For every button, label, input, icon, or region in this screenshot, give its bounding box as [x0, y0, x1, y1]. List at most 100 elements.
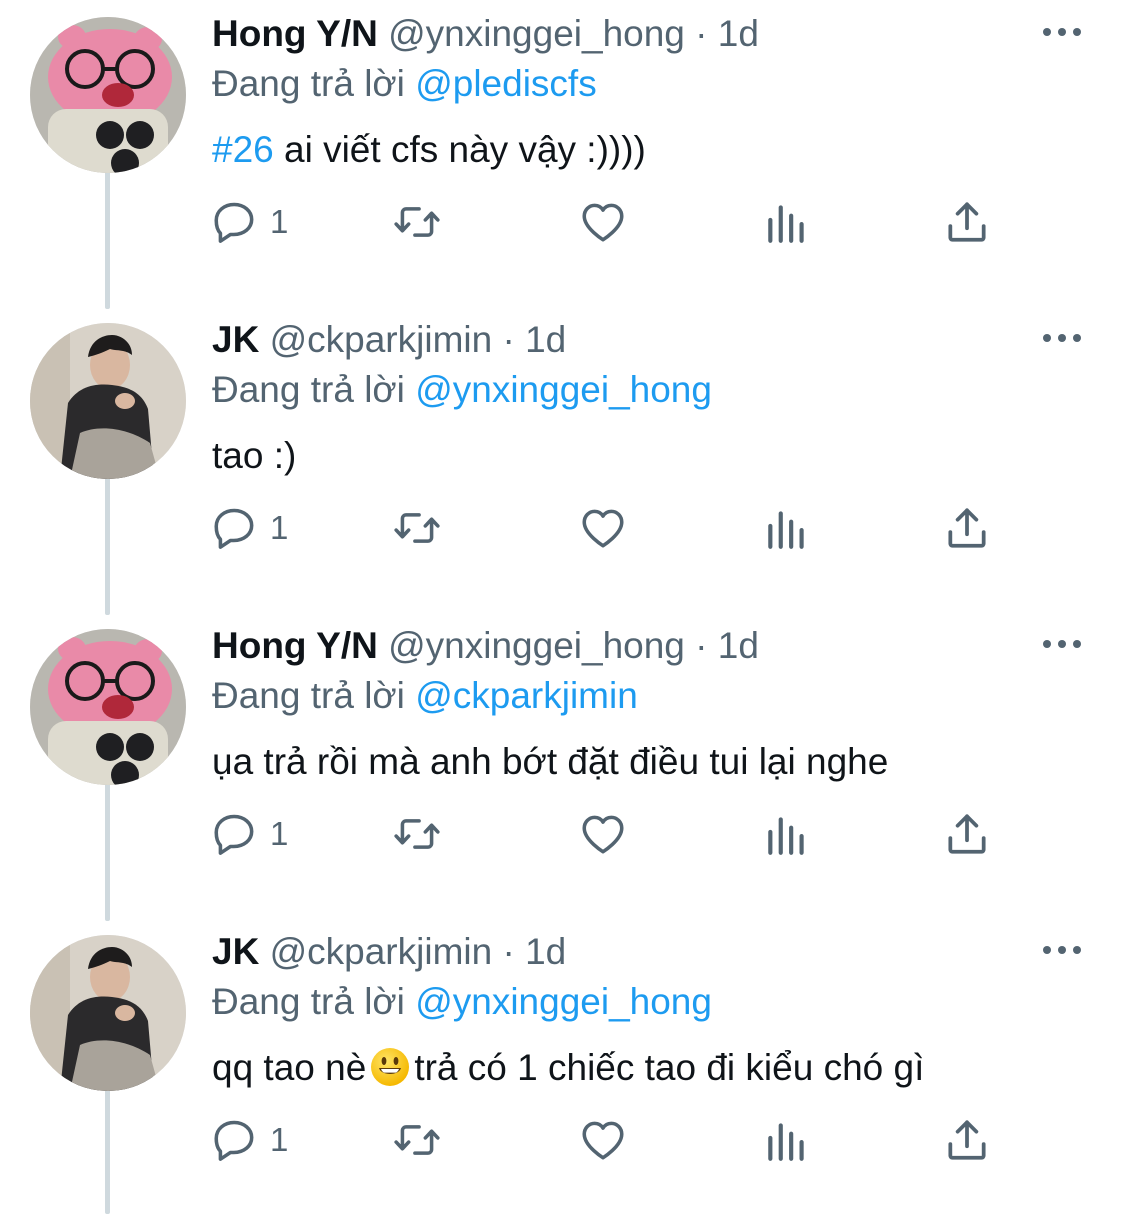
- tweet-text-content-after-emoji: trả có 1 chiếc tao đi kiểu chó gì: [414, 1047, 925, 1088]
- mention-link[interactable]: @ynxinggei_hong: [415, 369, 712, 410]
- reply-icon: [214, 202, 254, 243]
- avatar[interactable]: [30, 629, 186, 785]
- tweet[interactable]: Hong Y/N @ynxinggei_hong · 1d Đang trả l…: [0, 612, 1125, 918]
- display-name[interactable]: JK: [212, 931, 259, 972]
- display-name[interactable]: JK: [212, 319, 259, 360]
- more-options-button[interactable]: [1040, 634, 1084, 654]
- user-handle[interactable]: @ynxinggei_hong: [388, 625, 685, 666]
- user-handle[interactable]: @ckparkjimin: [270, 931, 493, 972]
- like-button[interactable]: [578, 192, 628, 252]
- reply-count: 1: [270, 1121, 289, 1158]
- separator-dot: ·: [502, 931, 515, 972]
- timestamp[interactable]: 1d: [525, 931, 566, 972]
- views-icon: [768, 817, 804, 855]
- pink-plush-avatar: [30, 629, 186, 785]
- tweet-header: Hong Y/N @ynxinggei_hong · 1d: [212, 12, 759, 56]
- more-icon: [1043, 334, 1081, 342]
- tweet[interactable]: JK @ckparkjimin · 1d Đang trả lời @ynxin…: [0, 918, 1125, 1224]
- retweet-icon: [394, 513, 440, 543]
- replying-to: Đang trả lời @plediscfs: [212, 62, 597, 106]
- replying-to-label: Đang trả lời: [212, 369, 405, 410]
- reply-count: 1: [270, 815, 289, 852]
- views-icon: [768, 205, 804, 243]
- share-button[interactable]: [942, 192, 992, 252]
- reply-count: 1: [270, 509, 289, 546]
- like-button[interactable]: [578, 1110, 628, 1170]
- mention-link[interactable]: @plediscfs: [415, 63, 597, 104]
- timestamp[interactable]: 1d: [525, 319, 566, 360]
- tweet-text-content: qq tao nè: [212, 1047, 367, 1088]
- tweet[interactable]: JK @ckparkjimin · 1d Đang trả lời @ynxin…: [0, 306, 1125, 612]
- replying-to-label: Đang trả lời: [212, 675, 405, 716]
- retweet-button[interactable]: [392, 192, 442, 252]
- tweet-header: JK @ckparkjimin · 1d: [212, 930, 566, 974]
- share-icon: [948, 508, 986, 548]
- like-icon: [582, 1121, 624, 1160]
- views-button[interactable]: [762, 804, 812, 864]
- replying-to: Đang trả lời @ynxinggei_hong: [212, 980, 712, 1024]
- reply-button[interactable]: 1: [210, 192, 288, 252]
- action-bar: 1: [210, 804, 1030, 864]
- share-button[interactable]: [942, 804, 992, 864]
- more-options-button[interactable]: [1040, 22, 1084, 42]
- action-bar: 1: [210, 498, 1030, 558]
- replying-to-label: Đang trả lời: [212, 981, 405, 1022]
- avatar[interactable]: [30, 935, 186, 1091]
- user-handle[interactable]: @ckparkjimin: [270, 319, 493, 360]
- tweet-text-content: ai viết cfs này vậy :)))): [273, 129, 646, 170]
- like-button[interactable]: [578, 498, 628, 558]
- more-icon: [1043, 640, 1081, 648]
- replying-to: Đang trả lời @ynxinggei_hong: [212, 368, 712, 412]
- share-icon: [948, 1120, 986, 1160]
- hashtag-link[interactable]: #26: [212, 129, 274, 170]
- separator-dot: ·: [695, 13, 708, 54]
- views-button[interactable]: [762, 1110, 812, 1170]
- tweet-text: ụa trả rồi mà anh bớt đặt điều tui lại n…: [212, 738, 888, 786]
- tweet-header: Hong Y/N @ynxinggei_hong · 1d: [212, 624, 759, 668]
- more-options-button[interactable]: [1040, 328, 1084, 348]
- more-options-button[interactable]: [1040, 940, 1084, 960]
- reply-button[interactable]: 1: [210, 498, 288, 558]
- reply-button[interactable]: 1: [210, 804, 288, 864]
- man-portrait-avatar: [30, 935, 186, 1091]
- action-bar: 1: [210, 192, 1030, 252]
- separator-dot: ·: [502, 319, 515, 360]
- tweet-text: tao :): [212, 432, 296, 480]
- like-icon: [582, 203, 624, 242]
- avatar[interactable]: [30, 323, 186, 479]
- retweet-icon: [394, 1125, 440, 1155]
- views-icon: [768, 511, 804, 549]
- reply-icon: [214, 814, 254, 855]
- mention-link[interactable]: @ckparkjimin: [415, 675, 638, 716]
- display-name[interactable]: Hong Y/N: [212, 13, 378, 54]
- separator-dot: ·: [695, 625, 708, 666]
- tweet[interactable]: Hong Y/N @ynxinggei_hong · 1d Đang trả l…: [0, 0, 1125, 306]
- like-icon: [582, 509, 624, 548]
- views-icon: [768, 1123, 804, 1161]
- views-button[interactable]: [762, 192, 812, 252]
- timestamp[interactable]: 1d: [718, 625, 759, 666]
- more-icon: [1043, 28, 1081, 36]
- share-button[interactable]: [942, 498, 992, 558]
- pink-plush-avatar: [30, 17, 186, 173]
- retweet-button[interactable]: [392, 498, 442, 558]
- tweet-text-content: tao :): [212, 435, 297, 476]
- mention-link[interactable]: @ynxinggei_hong: [415, 981, 712, 1022]
- retweet-icon: [394, 207, 440, 237]
- user-handle[interactable]: @ynxinggei_hong: [388, 13, 685, 54]
- reply-icon: [214, 508, 254, 549]
- display-name[interactable]: Hong Y/N: [212, 625, 378, 666]
- share-icon: [948, 814, 986, 854]
- timestamp[interactable]: 1d: [718, 13, 759, 54]
- replying-to-label: Đang trả lời: [212, 63, 405, 104]
- tweet-header: JK @ckparkjimin · 1d: [212, 318, 566, 362]
- share-button[interactable]: [942, 1110, 992, 1170]
- reply-button[interactable]: 1: [210, 1110, 288, 1170]
- retweet-button[interactable]: [392, 1110, 442, 1170]
- views-button[interactable]: [762, 498, 812, 558]
- retweet-button[interactable]: [392, 804, 442, 864]
- like-button[interactable]: [578, 804, 628, 864]
- avatar[interactable]: [30, 17, 186, 173]
- more-icon: [1043, 946, 1081, 954]
- grinning-face-emoji: [371, 1048, 410, 1086]
